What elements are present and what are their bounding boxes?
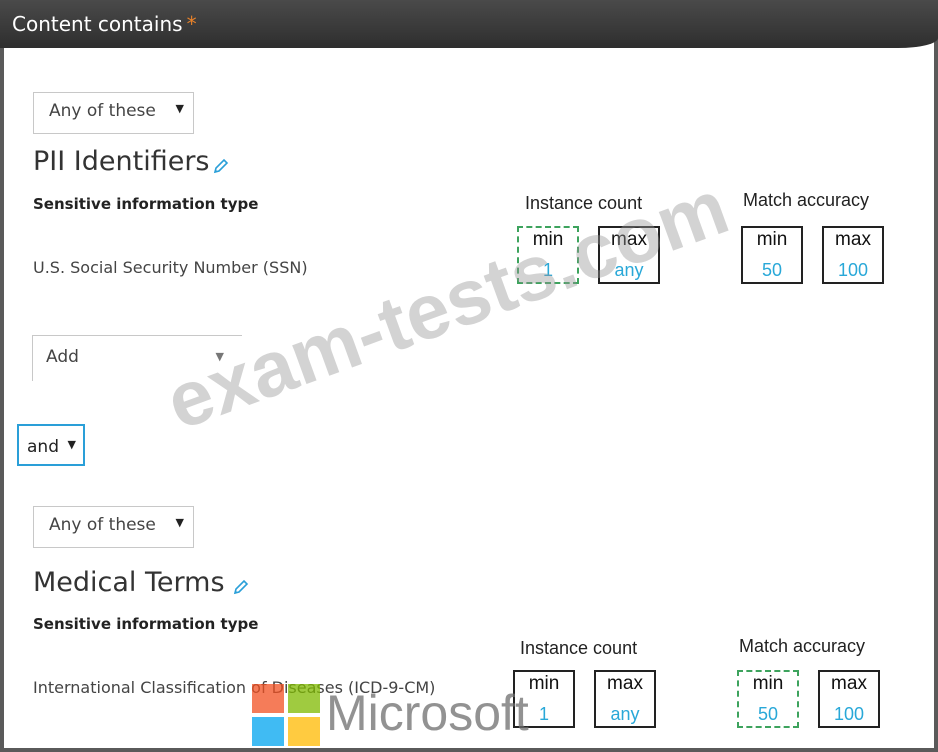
min-value: 50: [757, 704, 779, 724]
group-title: Medical Terms: [33, 567, 225, 598]
min-value: 50: [761, 260, 783, 280]
sensitive-type-name: U.S. Social Security Number (SSN): [33, 258, 308, 277]
microsoft-logo-icon: [252, 684, 320, 746]
accuracy-min-field[interactable]: min 50: [741, 226, 803, 284]
accuracy-min-field[interactable]: min 50: [737, 670, 799, 728]
microsoft-logo-text: Microsoft: [326, 685, 529, 741]
min-label: min: [756, 229, 788, 250]
max-value: 100: [833, 704, 865, 724]
instance-max-field[interactable]: max any: [594, 670, 656, 728]
match-option-label: Any of these: [49, 101, 156, 121]
max-value: 100: [837, 260, 869, 280]
max-label: max: [835, 229, 871, 250]
match-option-dropdown[interactable]: Any of these ▼: [33, 506, 194, 548]
instance-count-heading: Instance count: [520, 638, 638, 658]
section-title: Content contains *: [12, 12, 197, 36]
column-label: Sensitive information type: [33, 195, 259, 213]
pencil-icon[interactable]: [232, 578, 250, 596]
max-label: max: [607, 673, 643, 694]
min-label: min: [752, 673, 784, 694]
caret-down-icon: ▼: [175, 102, 184, 115]
max-value: any: [610, 704, 640, 724]
group-title: PII Identifiers: [33, 146, 210, 177]
match-accuracy-heading: Match accuracy: [739, 636, 866, 656]
operator-label: and: [27, 437, 59, 457]
required-mark: *: [186, 12, 197, 36]
caret-down-icon: ▼: [175, 516, 184, 529]
match-option-dropdown[interactable]: Any of these ▼: [33, 92, 194, 134]
pencil-icon[interactable]: [212, 157, 230, 175]
operator-select[interactable]: and ▼: [17, 424, 85, 466]
accuracy-max-field[interactable]: max 100: [822, 226, 884, 284]
section-header: Content contains *: [0, 0, 938, 48]
caret-down-icon: ▼: [67, 438, 76, 451]
accuracy-max-field[interactable]: max 100: [818, 670, 880, 728]
add-label: Add: [46, 347, 79, 367]
max-label: max: [831, 673, 867, 694]
match-option-label: Any of these: [49, 515, 156, 535]
column-label: Sensitive information type: [33, 615, 259, 633]
match-accuracy-heading: Match accuracy: [743, 190, 870, 210]
